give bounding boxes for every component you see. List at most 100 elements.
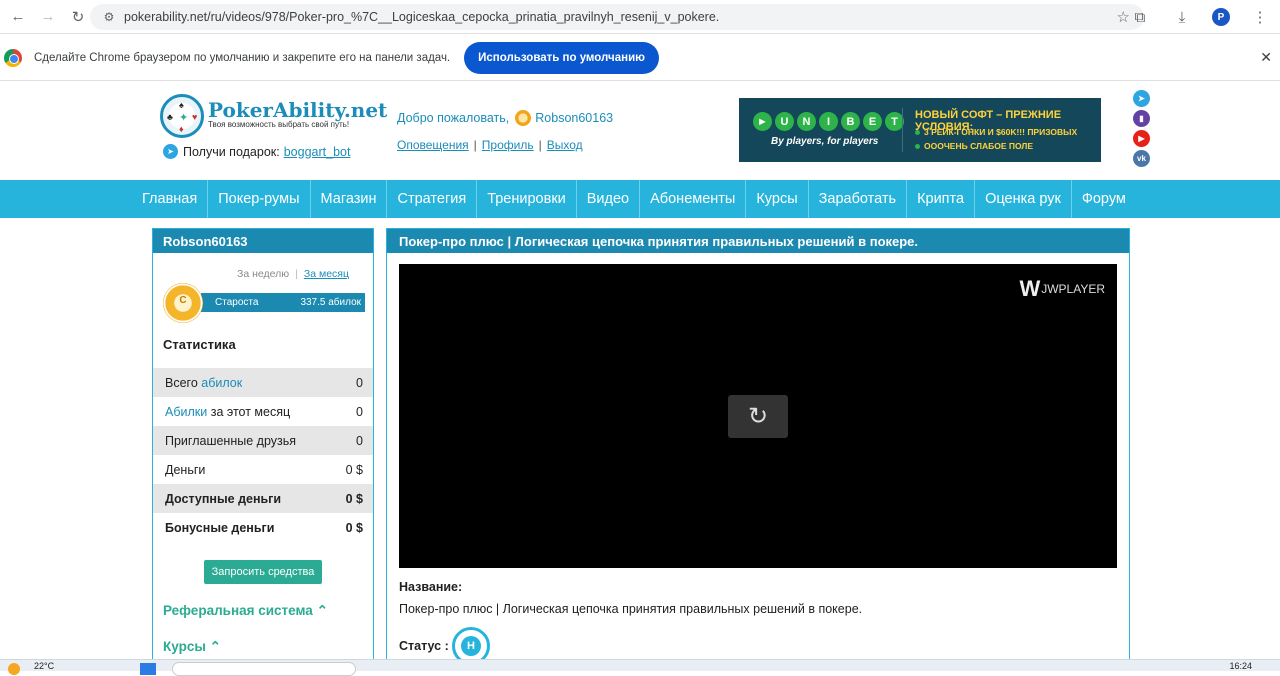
telegram-icon: ➤ bbox=[163, 144, 178, 159]
back-icon[interactable]: ← bbox=[6, 5, 30, 29]
jwplayer-mark-icon: W bbox=[1019, 276, 1040, 301]
stat-value: 0 bbox=[356, 404, 363, 419]
stat-row: Деньги 0 $ bbox=[165, 462, 363, 477]
stat-value: 0 bbox=[356, 375, 363, 390]
nav-courses[interactable]: Курсы bbox=[746, 180, 809, 218]
stat-value: 0 $ bbox=[345, 520, 363, 535]
user-sidebar: Robson60163 За неделю | За месяц Староста … bbox=[152, 228, 374, 671]
video-player[interactable]: W JWPLAYER ↻ bbox=[399, 264, 1117, 568]
period-switch: За неделю | За месяц bbox=[237, 268, 349, 280]
nav-strategy[interactable]: Стратегия bbox=[387, 180, 478, 218]
period-month[interactable]: За месяц bbox=[304, 268, 349, 280]
chevron-up-icon: ⌃ bbox=[316, 603, 328, 618]
unibet-logo: ► U N I B E T bbox=[753, 112, 907, 131]
social-links: ➤ ▮ ▶ vk bbox=[1133, 90, 1151, 170]
rank-chip-icon: C bbox=[163, 283, 203, 323]
temperature[interactable]: 22°C bbox=[34, 661, 54, 671]
referral-toggle[interactable]: Реферальная система ⌃ bbox=[163, 603, 328, 619]
gift-bot-link[interactable]: boggart_bot bbox=[284, 145, 351, 159]
profile-link[interactable]: Профиль bbox=[482, 138, 534, 152]
nav-video[interactable]: Видео bbox=[577, 180, 641, 218]
nav-earn[interactable]: Заработать bbox=[809, 180, 908, 218]
nav-poker-rooms[interactable]: Покер-румы bbox=[208, 180, 311, 218]
os-taskbar: 22°C 16:24 bbox=[0, 659, 1280, 676]
stat-value: 0 $ bbox=[345, 462, 363, 477]
logo-subtitle: Твоя возможность выбрать свой путь! bbox=[208, 120, 350, 129]
abilki-link[interactable]: Абилки bbox=[165, 405, 207, 419]
period-week[interactable]: За неделю bbox=[237, 268, 289, 280]
address-bar[interactable]: ⚙ pokerability.net/ru/videos/978/Poker-p… bbox=[90, 4, 1144, 30]
welcome-text: Добро пожаловать, bbox=[397, 111, 510, 125]
nav-shop[interactable]: Магазин bbox=[311, 180, 388, 218]
banner-tagline: By players, for players bbox=[771, 136, 879, 147]
stat-row: Всего абилок 0 bbox=[153, 368, 373, 397]
menu-icon[interactable]: ⋮ bbox=[1248, 5, 1272, 29]
banner-divider bbox=[902, 108, 903, 152]
vk-icon[interactable]: vk bbox=[1133, 150, 1150, 167]
sidebar-username[interactable]: Robson60163 bbox=[153, 229, 373, 253]
welcome-message: Добро пожаловать, Robson60163 bbox=[397, 110, 613, 126]
rank-value: 337.5 абилок bbox=[300, 297, 361, 308]
video-panel: Покер-про плюс | Логическая цепочка прин… bbox=[386, 228, 1130, 671]
gift-text: Получи подарок: bbox=[183, 144, 280, 159]
telegram-icon[interactable]: ➤ bbox=[1133, 90, 1150, 107]
profile-avatar[interactable]: P bbox=[1212, 8, 1230, 26]
stats-table: Всего абилок 0 Абилки за этот месяц 0 Пр… bbox=[153, 368, 373, 542]
clock[interactable]: 16:24 bbox=[1229, 661, 1252, 671]
logo-title[interactable]: PokerAbility.net bbox=[208, 98, 387, 122]
download-icon[interactable]: ⤓ bbox=[1170, 5, 1194, 29]
chevron-up-icon: ⌃ bbox=[209, 639, 221, 654]
unibet-banner[interactable]: ► U N I B E T By players, for players НО… bbox=[739, 98, 1101, 162]
banner-line-1: 3 РЕЙК-ГОНКИ И $60K!!! ПРИЗОВЫХ bbox=[915, 127, 1077, 137]
taskbar-search[interactable] bbox=[172, 662, 356, 676]
stats-title: Статистика bbox=[163, 337, 236, 352]
close-icon[interactable]: ✕ bbox=[1260, 49, 1272, 66]
nav-hand-review[interactable]: Оценка рук bbox=[975, 180, 1072, 218]
user-links: Оповещения | Профиль | Выход bbox=[397, 138, 583, 152]
site-header: ♠ ♥ ♦ ♣ ✦ PokerAbility.net Твоя возможно… bbox=[0, 82, 1280, 180]
rank-bar: Староста 337.5 абилок bbox=[201, 293, 365, 312]
notifications-link[interactable]: Оповещения bbox=[397, 138, 469, 152]
chrome-logo-icon bbox=[4, 48, 22, 67]
replay-icon: ↻ bbox=[747, 403, 769, 430]
start-icon[interactable] bbox=[140, 663, 156, 675]
jwplayer-logo[interactable]: W JWPLAYER bbox=[1019, 276, 1105, 302]
nav-training[interactable]: Тренировки bbox=[477, 180, 577, 218]
replay-button[interactable]: ↻ bbox=[728, 395, 788, 438]
site-settings-icon[interactable]: ⚙ bbox=[98, 10, 120, 24]
request-funds-button[interactable]: Запросить средства bbox=[204, 560, 322, 584]
nav-home[interactable]: Главная bbox=[132, 180, 209, 218]
banner-line-2: ОООЧЕНЬ СЛАБОЕ ПОЛЕ bbox=[915, 141, 1033, 151]
nav-subscriptions[interactable]: Абонементы bbox=[640, 180, 747, 218]
stat-row: Абилки за этот месяц 0 bbox=[165, 404, 363, 419]
nav-crypto[interactable]: Крипта bbox=[907, 180, 976, 218]
gift-promo: ➤ Получи подарок: boggart_bot bbox=[163, 144, 350, 159]
stat-value: 0 bbox=[356, 433, 363, 448]
welcome-username[interactable]: Robson60163 bbox=[535, 111, 613, 125]
forward-icon[interactable]: → bbox=[36, 5, 60, 29]
stat-row: Бонусные деньги 0 $ bbox=[165, 520, 363, 535]
url-text[interactable]: pokerability.net/ru/videos/978/Poker-pro… bbox=[124, 10, 719, 24]
twitch-icon[interactable]: ▮ bbox=[1133, 110, 1150, 127]
weather-icon[interactable] bbox=[8, 663, 20, 675]
main-nav: Главная Покер-румы Магазин Стратегия Тре… bbox=[0, 180, 1280, 218]
set-default-button[interactable]: Использовать по умолчанию bbox=[464, 41, 659, 74]
abilki-link[interactable]: абилок bbox=[201, 376, 242, 390]
youtube-icon[interactable]: ▶ bbox=[1133, 130, 1150, 147]
default-browser-infobar: Сделайте Chrome браузером по умолчанию и… bbox=[0, 35, 1280, 81]
video-title: Покер-про плюс | Логическая цепочка прин… bbox=[387, 229, 1129, 253]
extensions-icon[interactable]: ⧉ bbox=[1128, 5, 1152, 29]
stat-row: Доступные деньги 0 $ bbox=[153, 484, 373, 513]
browser-toolbar: ← → ↻ ⚙ pokerability.net/ru/videos/978/P… bbox=[0, 0, 1280, 34]
reload-icon[interactable]: ↻ bbox=[66, 5, 90, 29]
stat-row: Приглашенные друзья 0 bbox=[153, 426, 373, 455]
name-value: Покер-про плюс | Логическая цепочка прин… bbox=[399, 602, 863, 616]
status-label: Статус : bbox=[399, 639, 449, 653]
nav-forum[interactable]: Форум bbox=[1072, 180, 1136, 218]
rank-name: Староста bbox=[215, 297, 259, 308]
name-label: Название: bbox=[399, 580, 463, 594]
logout-link[interactable]: Выход bbox=[547, 138, 583, 152]
courses-toggle[interactable]: Курсы ⌃ bbox=[163, 639, 221, 655]
user-coin-icon bbox=[515, 110, 532, 126]
logo-icon[interactable]: ♠ ♥ ♦ ♣ ✦ bbox=[160, 94, 204, 138]
